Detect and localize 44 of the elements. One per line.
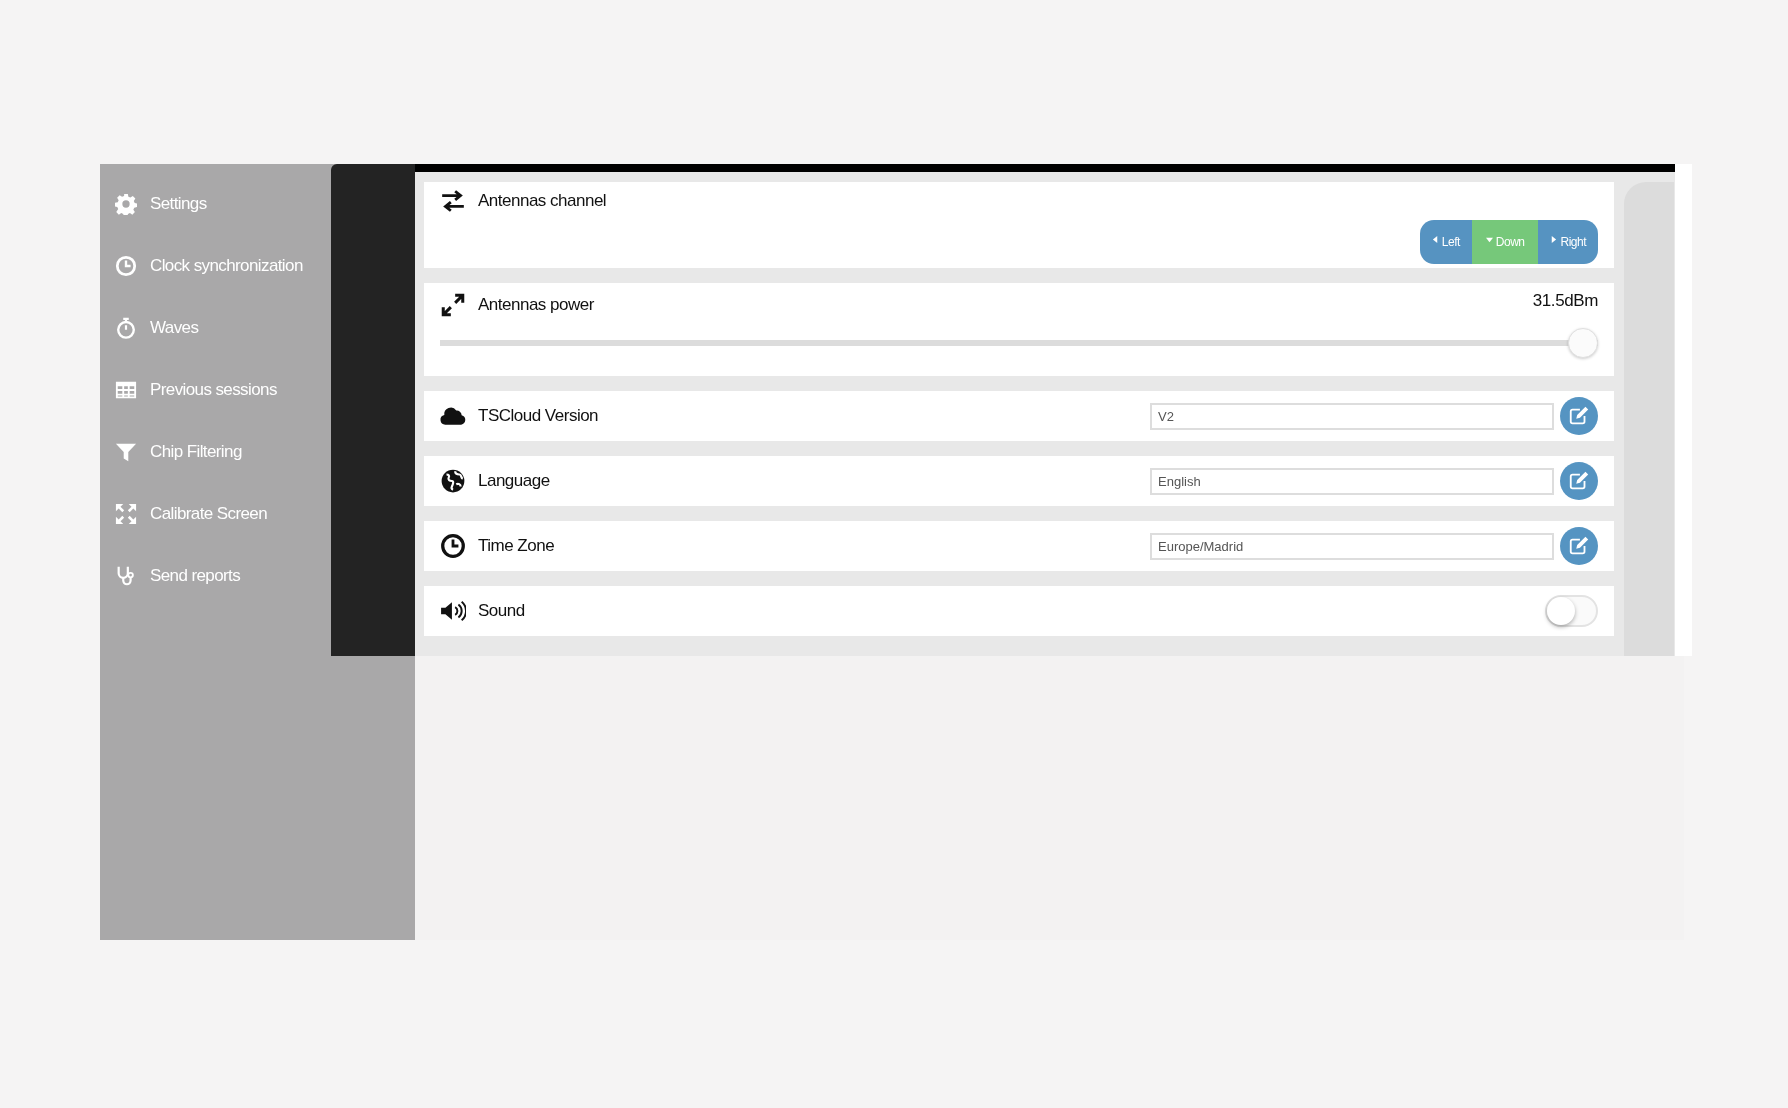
sidebar-item[interactable]: Waves xyxy=(100,309,331,347)
direction-tab[interactable]: Left xyxy=(1419,220,1472,264)
direction-tab[interactable]: Down xyxy=(1471,220,1539,264)
globe-icon xyxy=(440,468,466,494)
caret-icon xyxy=(1431,235,1439,243)
power-reading: 31.5dBm xyxy=(1532,291,1598,311)
input-field[interactable]: Europe/Madrid xyxy=(1150,532,1554,560)
setting-label: Antennas power xyxy=(478,295,594,315)
setting-label: Sound xyxy=(478,601,525,621)
sidebar-item[interactable]: Clock synchronization xyxy=(100,247,331,285)
direction-tab[interactable]: Right xyxy=(1538,220,1598,264)
edit-icon xyxy=(1568,405,1590,427)
slider-thumb[interactable] xyxy=(1568,328,1598,358)
gear-icon xyxy=(115,193,137,215)
toggle-switch[interactable] xyxy=(1545,595,1598,627)
setting-label: Language xyxy=(478,471,550,491)
filter-icon xyxy=(115,441,137,463)
edit-button[interactable] xyxy=(1560,462,1598,500)
speaker-icon xyxy=(440,598,466,624)
setting-label: Time Zone xyxy=(478,536,555,556)
input-field[interactable]: V2 xyxy=(1150,402,1554,430)
edit-button[interactable] xyxy=(1560,397,1598,435)
stethoscope-icon xyxy=(115,565,137,587)
resize-icon xyxy=(440,292,466,318)
edit-icon xyxy=(1568,470,1590,492)
sidebar-item[interactable]: Chip Filtering xyxy=(100,433,331,471)
setting-label: TSCloud Version xyxy=(478,406,599,426)
power-slider[interactable] xyxy=(440,328,1598,358)
clock-icon xyxy=(440,533,466,559)
stopwatch-icon xyxy=(115,317,137,339)
sidebar-item[interactable]: Previous sessions xyxy=(100,371,331,409)
table-icon xyxy=(115,379,137,401)
expand-icon xyxy=(115,503,137,525)
sidebar-item[interactable]: Send reports xyxy=(100,557,331,595)
setting-label: Antennas channel xyxy=(478,191,607,211)
sidebar-item[interactable]: Settings xyxy=(100,185,331,223)
edit-icon xyxy=(1568,535,1590,557)
caret-icon xyxy=(1485,235,1493,243)
sidebar-item[interactable]: Calibrate Screen xyxy=(100,495,331,533)
exchange-icon xyxy=(440,188,466,214)
input-field[interactable]: English xyxy=(1150,467,1554,495)
edit-button[interactable] xyxy=(1560,527,1598,565)
caret-icon xyxy=(1550,235,1558,243)
clock-icon xyxy=(115,255,137,277)
